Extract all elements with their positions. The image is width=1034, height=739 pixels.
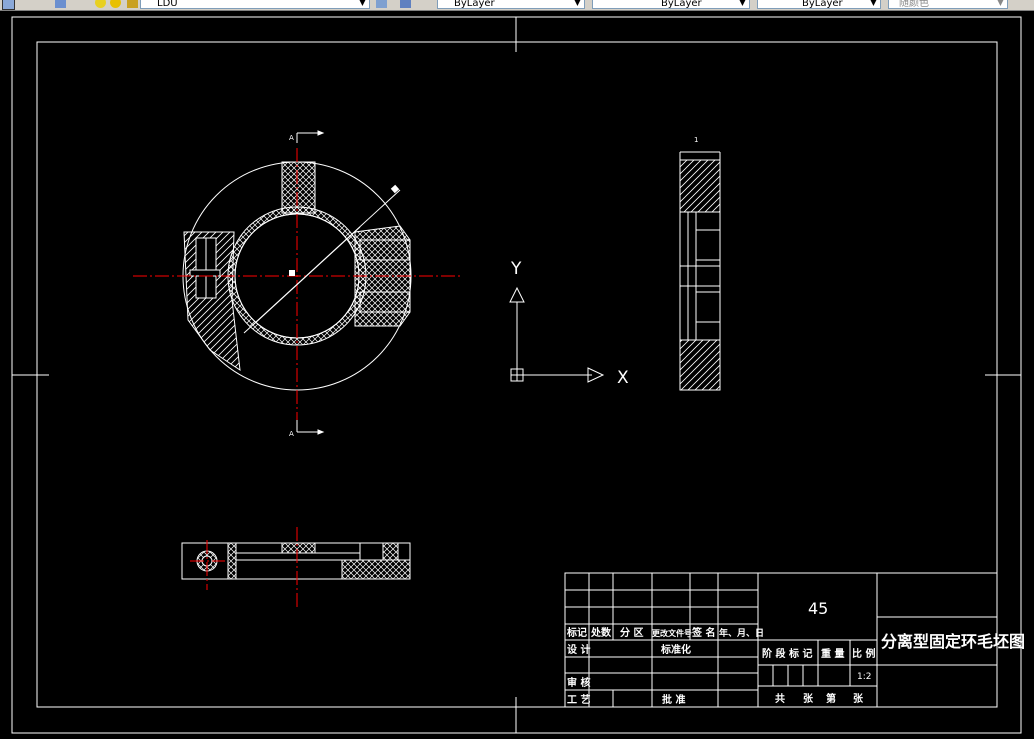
chevron-down-icon: ▼ xyxy=(574,0,581,7)
drawing-title: 分离型固定环毛坯图 xyxy=(881,632,1025,651)
hdr-zone: 分 区 xyxy=(620,626,643,639)
scale-value: 1:2 xyxy=(857,672,871,682)
plotstyle-dropdown[interactable]: 随颜色 ▼ xyxy=(888,0,1008,9)
linetype-value: ByLayer xyxy=(661,0,702,9)
color-value: ByLayer xyxy=(454,0,495,9)
section-label-bottom: A xyxy=(289,430,294,438)
side-bottom-hatch xyxy=(679,339,721,391)
chevron-down-icon: ▼ xyxy=(997,0,1004,7)
linetype-dropdown[interactable]: ByLayer ▼ xyxy=(592,0,750,9)
bulb-icon[interactable] xyxy=(95,0,106,8)
plotstyle-value: 随颜色 xyxy=(899,0,929,9)
layer-name: LDU xyxy=(157,0,178,9)
lineweight-dropdown[interactable]: ByLayer ▼ xyxy=(757,0,881,9)
layer-previous-icon[interactable] xyxy=(400,0,411,8)
layer-state-icon[interactable] xyxy=(55,0,66,8)
make-current-icon[interactable] xyxy=(376,0,387,8)
side-dim-label: 1 xyxy=(694,136,698,144)
section-label-top: A xyxy=(289,134,294,142)
chevron-down-icon: ▼ xyxy=(359,0,366,7)
side-view[interactable] xyxy=(679,151,721,391)
front-view[interactable]: A A xyxy=(133,130,460,438)
chevron-down-icon: ▼ xyxy=(739,0,746,7)
hdr-count: 处数 xyxy=(590,626,612,639)
sheet-no-label: 第 xyxy=(826,692,836,705)
layer-manager-icon[interactable] xyxy=(2,0,15,10)
chevron-down-icon: ▼ xyxy=(870,0,877,7)
sheet-unit-label: 张 xyxy=(803,692,814,705)
sheet-unit2-label: 张 xyxy=(853,692,864,705)
weight-label: 重 量 xyxy=(821,647,844,660)
process-label: 工 艺 xyxy=(567,693,590,706)
approve-label: 批 准 xyxy=(662,693,685,706)
axis-y-label: Y xyxy=(510,259,522,279)
top-block xyxy=(281,161,316,214)
layer-dropdown[interactable]: LDU ▼ xyxy=(140,0,370,9)
hdr-change-doc: 更改文件号 xyxy=(652,628,692,638)
total-sheets-label: 共 xyxy=(775,692,785,705)
properties-toolbar: LDU ▼ ByLayer ▼ ByLayer ▼ ByLayer ▼ 随颜色 … xyxy=(0,0,1034,11)
ratio-label: 比 例 xyxy=(852,647,875,660)
side-top-hatch xyxy=(679,159,721,213)
axis-x-label: X xyxy=(617,368,629,388)
ucs-icon xyxy=(509,286,605,383)
lineweight-value: ByLayer xyxy=(802,0,843,9)
lock-icon[interactable] xyxy=(127,0,138,8)
color-dropdown[interactable]: ByLayer ▼ xyxy=(437,0,585,9)
hdr-mark: 标记 xyxy=(566,626,587,639)
material-text: 45 xyxy=(808,599,828,618)
review-label: 审 核 xyxy=(567,676,590,689)
standardize-label: 标准化 xyxy=(660,643,691,656)
stage-mark-label: 阶 段 标 记 xyxy=(762,647,812,660)
hdr-signature: 签 名 xyxy=(691,626,715,639)
hdr-date: 年、月、日 xyxy=(719,627,764,639)
sun-icon[interactable] xyxy=(110,0,121,8)
drawing-canvas[interactable]: A A Y X 1 45 分离型固定环毛坯图 标记 处数 分 区 更改文件号 签… xyxy=(0,11,1034,739)
design-label: 设 计 xyxy=(567,643,590,656)
